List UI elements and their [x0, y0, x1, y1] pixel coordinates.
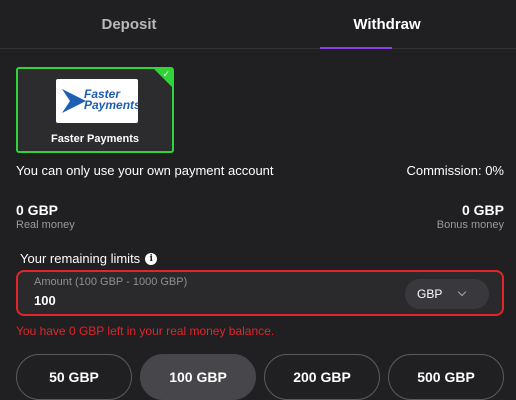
tab-deposit[interactable]: Deposit	[0, 0, 258, 48]
logo-text-line-2: Payments	[84, 98, 138, 112]
amount-input[interactable]	[34, 293, 334, 308]
amount-field: Amount (100 GBP - 1000 GBP) GBP	[16, 270, 504, 316]
remaining-limits-label: Your remaining limits	[20, 251, 141, 266]
active-tab-indicator	[320, 47, 392, 49]
quick-amount-button[interactable]: 50 GBP	[16, 354, 132, 400]
payment-method-card-faster-payments[interactable]: ✓ Faster Payments Faster Payments	[16, 67, 174, 153]
tab-withdraw-label: Withdraw	[353, 15, 421, 33]
own-account-notice: You can only use your own payment accoun…	[16, 163, 274, 178]
real-money-amount: 0 GBP	[16, 202, 59, 218]
currency-dropdown[interactable]: GBP	[405, 279, 489, 309]
tab-withdraw[interactable]: Withdraw	[258, 0, 516, 49]
quick-amount-button[interactable]: 200 GBP	[264, 354, 380, 400]
faster-payments-logo: Faster Payments	[56, 79, 138, 123]
checkmark-icon: ✓	[162, 69, 170, 79]
payment-method-label: Faster Payments	[50, 133, 140, 145]
quick-amount-button-selected[interactable]: 100 GBP	[140, 354, 256, 400]
amount-field-label: Amount (100 GBP - 1000 GBP)	[34, 276, 188, 288]
quick-amount-button[interactable]: 500 GBP	[388, 354, 504, 400]
balance-error-message: You have 0 GBP left in your real money b…	[16, 324, 275, 338]
real-money-label: Real money	[16, 219, 75, 231]
currency-value: GBP	[417, 287, 443, 301]
bonus-money-amount: 0 GBP	[461, 202, 504, 218]
chevron-down-icon	[457, 287, 467, 297]
info-icon[interactable]: i	[145, 252, 158, 265]
remaining-limits-heading: Your remaining limits i	[20, 251, 158, 266]
tab-bar: Deposit Withdraw	[0, 0, 516, 49]
commission-text: Commission: 0%	[406, 163, 504, 178]
bonus-money-label: Bonus money	[436, 219, 504, 231]
